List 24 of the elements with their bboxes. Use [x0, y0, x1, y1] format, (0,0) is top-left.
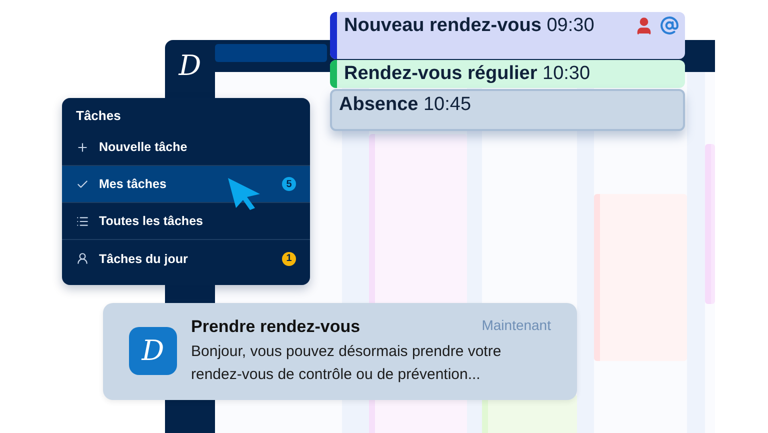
menu-title: Tâches	[75, 107, 122, 125]
app-logo: D	[178, 48, 202, 84]
appointment-title: Rendez-vous régulier 10:30	[343, 62, 592, 85]
appointment-card[interactable]: Absence 10:45	[330, 89, 685, 131]
check-icon	[76, 178, 89, 190]
notification-title: Prendre rendez-vous	[191, 317, 360, 337]
count-badge: 1	[282, 252, 296, 266]
notification-body: Bonjour, vous pouvez désormais prendre votre rendez-vous de contrôle ou de prévention...	[191, 342, 502, 385]
appointment-card[interactable]: Rendez-vous régulier 10:30	[330, 60, 685, 88]
plus-icon	[76, 140, 89, 154]
menu-item[interactable]: Mes tâches 5	[62, 166, 310, 203]
appointment-title: Nouveau rendez-vous 09:30	[343, 14, 596, 37]
at-icon	[660, 16, 679, 35]
notification-card[interactable]: D Prendre rendez-vous Maintenant Bonjour, vous pouvez désormais prendre votre rendez-vous de contrôle ou de prévention...	[103, 303, 577, 400]
count-badge: 5	[282, 177, 296, 191]
appointment-title: Absence 10:45	[338, 93, 472, 116]
list-icon	[76, 214, 89, 228]
notification-time: Maintenant	[482, 317, 551, 335]
app-icon: D	[129, 327, 177, 375]
appointment-card[interactable]: Nouveau rendez-vous 09:30	[330, 12, 685, 59]
person-icon	[76, 252, 89, 265]
cursor-icon	[226, 176, 262, 212]
menu-item[interactable]: Tâches du jour 1	[62, 240, 310, 277]
search-field[interactable]	[215, 44, 327, 62]
